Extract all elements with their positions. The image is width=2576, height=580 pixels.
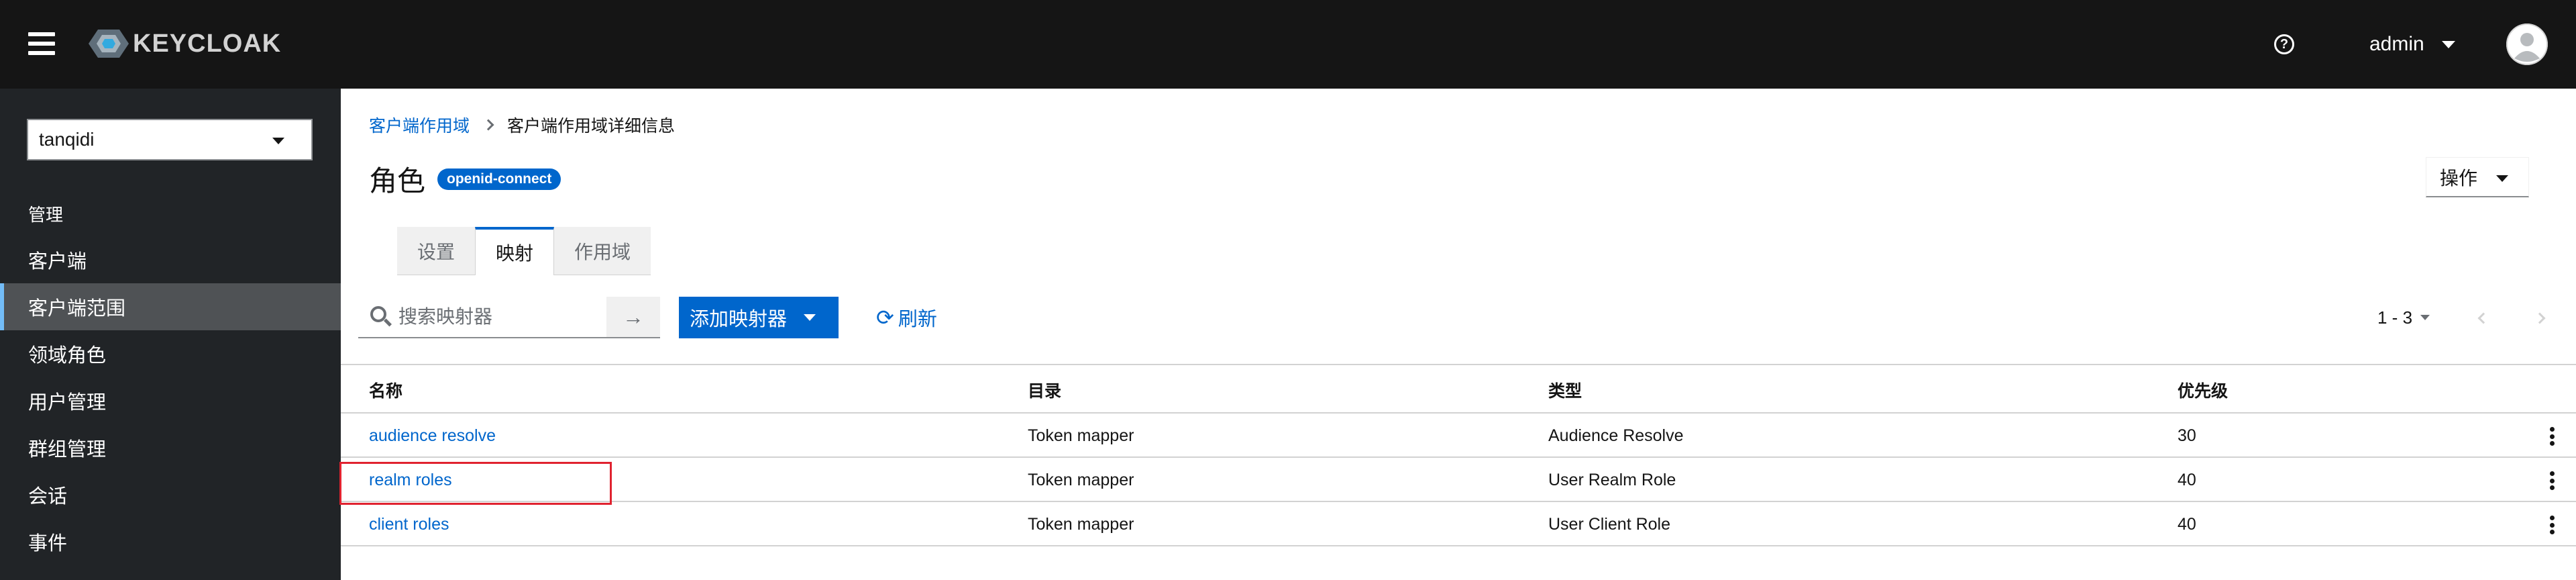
- sidebar-item-label: 客户端: [28, 251, 87, 273]
- user-avatar-icon: [2506, 23, 2548, 65]
- mapper-type: User Realm Role: [1548, 470, 1676, 489]
- breadcrumb: 客户端作用域 客户端作用域详细信息: [369, 113, 675, 137]
- refresh-label: 刷新: [898, 309, 937, 330]
- sidebar-item-users[interactable]: 用户管理: [0, 377, 341, 424]
- next-page-button[interactable]: [2526, 305, 2553, 332]
- kebab-icon[interactable]: [2545, 469, 2559, 493]
- page-title-text: 角色: [369, 165, 426, 197]
- action-dropdown[interactable]: 操作: [2426, 157, 2529, 197]
- action-dropdown-label: 操作: [2440, 167, 2478, 189]
- search-submit-button[interactable]: →: [606, 297, 660, 338]
- masthead: KEYCLOAK ? admin: [0, 0, 2576, 89]
- tab-settings[interactable]: 设置: [397, 227, 476, 275]
- kebab-icon[interactable]: [2545, 513, 2559, 537]
- mapper-name-link[interactable]: client roles: [369, 502, 449, 546]
- mapper-name-link[interactable]: audience resolve: [369, 414, 496, 458]
- add-mapper-label: 添加映射器: [690, 309, 788, 330]
- breadcrumb-client-scopes[interactable]: 客户端作用域: [369, 113, 470, 137]
- nav-section-manage: 管理: [28, 205, 64, 225]
- tab-scope[interactable]: 作用域: [554, 227, 651, 275]
- tab-mappers[interactable]: 映射: [475, 227, 555, 275]
- add-mapper-button[interactable]: 添加映射器: [679, 297, 839, 338]
- caret-down-icon: [804, 314, 816, 321]
- search-icon: [368, 303, 394, 330]
- avatar[interactable]: [2506, 23, 2548, 65]
- user-menu-toggle[interactable]: admin: [2369, 30, 2455, 59]
- realm-name: tanqidi: [39, 129, 95, 150]
- caret-down-icon: [2441, 40, 2455, 48]
- table-header: 名称 目录 类型 优先级: [341, 364, 2576, 414]
- sidebar-item-groups[interactable]: 群组管理: [0, 424, 341, 471]
- mapper-category: Token mapper: [1028, 426, 1134, 445]
- column-header-category[interactable]: 目录: [1028, 365, 1061, 415]
- chevron-right-icon: [2534, 312, 2546, 324]
- chevron-right-icon: [482, 119, 494, 131]
- refresh-button[interactable]: ⟳ 刷新: [876, 297, 937, 338]
- table-row: client roles Token mapper User Client Ro…: [341, 502, 2576, 546]
- mapper-category: Token mapper: [1028, 514, 1134, 534]
- mapper-type: User Client Role: [1548, 514, 1671, 534]
- sidebar-item-label: 会话: [28, 486, 68, 508]
- mapper-priority: 30: [2178, 426, 2196, 445]
- pagination-range: 1 - 3: [2377, 307, 2413, 328]
- breadcrumb-current: 客户端作用域详细信息: [507, 117, 676, 136]
- realm-selector[interactable]: tanqidi: [27, 119, 313, 160]
- table-row: audience resolve Token mapper Audience R…: [341, 414, 2576, 458]
- column-header-name[interactable]: 名称: [369, 365, 402, 415]
- logo-text: KEYCLOAK: [133, 29, 282, 58]
- sidebar-item-label: 群组管理: [28, 439, 107, 461]
- sidebar-item-clients[interactable]: 客户端: [0, 236, 341, 283]
- keycloak-logo-icon: [89, 30, 129, 58]
- protocol-badge: openid-connect: [437, 168, 561, 190]
- caret-down-icon: [272, 138, 284, 144]
- previous-page-button[interactable]: [2470, 305, 2497, 332]
- column-header-priority[interactable]: 优先级: [2178, 365, 2228, 415]
- sidebar-item-events[interactable]: 事件: [0, 518, 341, 565]
- sidebar-item-sessions[interactable]: 会话: [0, 471, 341, 518]
- help-icon[interactable]: ?: [2274, 34, 2294, 54]
- kebab-icon[interactable]: [2545, 424, 2559, 448]
- sync-icon: ⟳: [876, 305, 894, 330]
- toolbar: → 添加映射器 ⟳ 刷新 1 - 3: [0, 295, 2576, 349]
- search-input[interactable]: [398, 306, 600, 328]
- mapper-category: Token mapper: [1028, 470, 1134, 489]
- tab-label: 设置: [417, 241, 455, 262]
- caret-down-icon: [2420, 315, 2430, 320]
- pagination-toggle[interactable]: 1 - 3: [2377, 297, 2430, 338]
- tab-label: 作用域: [574, 241, 631, 262]
- arrow-right-icon: →: [623, 304, 644, 329]
- tabs: 设置 映射 作用域: [397, 227, 651, 275]
- hamburger-icon[interactable]: [28, 32, 55, 55]
- mapper-priority: 40: [2178, 470, 2196, 489]
- page-title: 角色 openid-connect: [369, 158, 561, 199]
- sidebar-item-label: 事件: [28, 533, 68, 554]
- chevron-left-icon: [2477, 312, 2489, 324]
- keycloak-logo[interactable]: KEYCLOAK: [89, 27, 281, 60]
- tab-label: 映射: [496, 243, 534, 264]
- mappers-table: 名称 目录 类型 优先级 audience resolve Token mapp…: [341, 364, 2576, 546]
- mapper-type: Audience Resolve: [1548, 426, 1684, 445]
- mapper-priority: 40: [2178, 514, 2196, 534]
- mapper-name-link[interactable]: realm roles: [369, 458, 452, 502]
- table-row: realm roles Token mapper User Realm Role…: [341, 458, 2576, 502]
- username: admin: [2369, 33, 2424, 55]
- search-box: [358, 297, 606, 338]
- sidebar-item-label: 用户管理: [28, 392, 107, 414]
- column-header-type[interactable]: 类型: [1548, 365, 1582, 415]
- caret-down-icon: [2496, 175, 2508, 182]
